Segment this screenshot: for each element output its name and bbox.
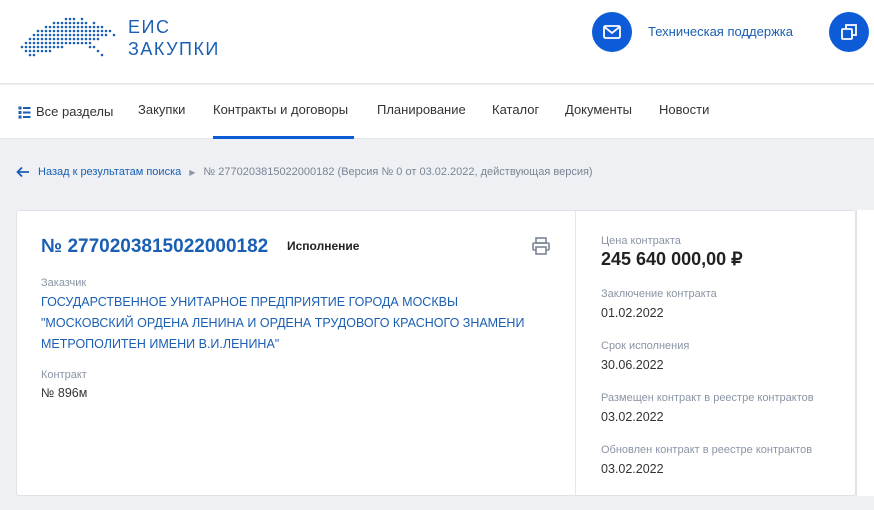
support-button[interactable] [592,12,632,52]
nav-contracts[interactable]: Контракты и договоры [213,85,354,139]
contract-main-info: № 2770203815022000182 Исполнение Заказчи… [17,211,576,495]
logo-text[interactable]: ЕИС ЗАКУПКИ [128,16,220,60]
contract-card: № 2770203815022000182 Исполнение Заказчи… [16,210,856,496]
contract-details: Цена контракта 245 640 000,00 ₽ Заключен… [577,211,855,495]
chevron-right-icon: ▶ [189,167,196,177]
conclusion-date: 01.02.2022 [601,306,664,320]
nav-planning[interactable]: Планирование [377,85,466,139]
breadcrumb: Назад к результатам поиска ▶ № 277020381… [16,166,593,178]
main-nav: Все разделы Закупки Контракты и договоры… [0,85,874,139]
status-badge: Исполнение [287,239,360,253]
site-header: ЕИС ЗАКУПКИ Техническая поддержка [0,0,874,84]
nav-label: Все разделы [36,104,114,119]
support-link[interactable]: Техническая поддержка [648,24,793,39]
logo-line1: ЕИС [128,17,171,37]
updated-date: 03.02.2022 [601,462,664,476]
nav-all-sections[interactable]: Все разделы [18,85,113,139]
contract-value: № 896м [41,386,88,400]
right-panel-edge [856,210,874,496]
nav-zakupki[interactable]: Закупки [138,85,185,139]
nav-documents[interactable]: Документы [565,85,632,139]
print-icon[interactable] [531,236,551,256]
price-value: 245 640 000,00 ₽ [601,249,743,269]
arrow-left-icon[interactable] [16,166,30,178]
conclusion-label: Заключение контракта [601,288,717,300]
updated-label: Обновлен контракт в реестре контрактов [601,444,813,456]
logo-line2: ЗАКУПКИ [128,39,220,59]
customer-label: Заказчик [41,277,87,289]
customer-name-link[interactable]: ГОСУДАРСТВЕННОЕ УНИТАРНОЕ ПРЕДПРИЯТИЕ ГО… [41,292,551,355]
term-date: 30.06.2022 [601,358,664,372]
russia-map-logo[interactable] [16,13,120,61]
sections-icon [18,106,31,118]
nav-catalog[interactable]: Каталог [492,85,539,139]
contract-number[interactable]: № 2770203815022000182 [41,236,268,258]
price-label: Цена контракта [601,235,681,247]
term-label: Срок исполнения [601,340,690,352]
placed-date: 03.02.2022 [601,410,664,424]
mail-icon [603,25,621,39]
back-to-results-link[interactable]: Назад к результатам поиска [38,166,181,178]
breadcrumb-current: № 2770203815022000182 (Версия № 0 от 03.… [203,166,593,178]
placed-label: Размещен контракт в реестре контрактов [601,392,814,404]
login-icon [841,24,857,40]
contract-label: Контракт [41,369,87,381]
login-button[interactable] [829,12,869,52]
nav-news[interactable]: Новости [659,85,709,139]
